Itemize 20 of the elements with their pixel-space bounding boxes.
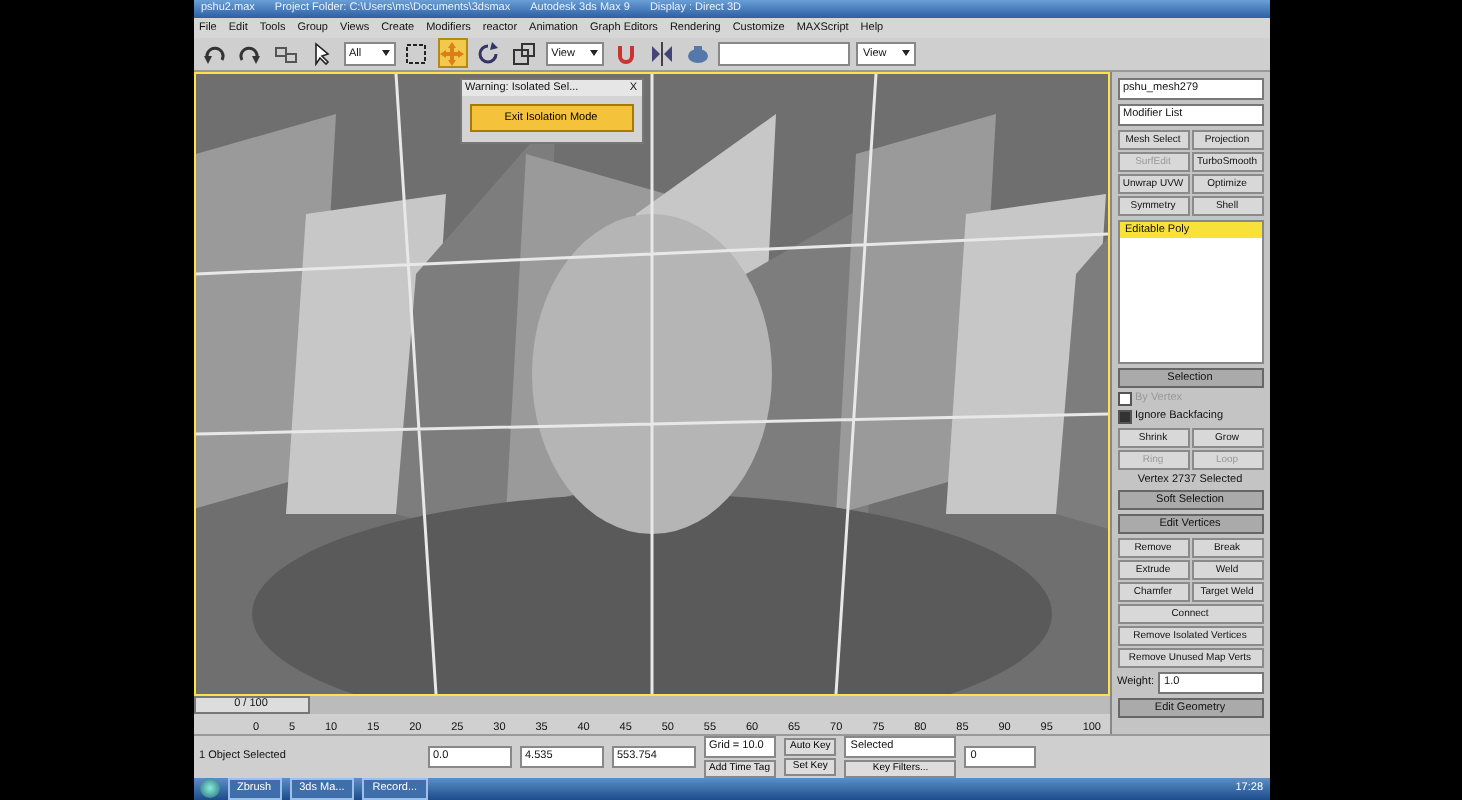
region-tool-button[interactable]	[401, 38, 432, 69]
mirror-tool-button[interactable]	[646, 38, 677, 69]
rotate-tool-button[interactable]	[473, 38, 504, 69]
cursor-icon	[310, 41, 334, 66]
teapot-icon	[685, 41, 710, 66]
move-icon	[440, 41, 465, 66]
redo-icon	[238, 41, 262, 66]
magnet-icon	[613, 41, 638, 66]
scale-tool-button[interactable]	[509, 38, 540, 69]
link-icon	[274, 41, 298, 66]
start-button[interactable]	[199, 778, 219, 799]
checkbox[interactable]	[1117, 409, 1131, 423]
mirror-icon	[649, 41, 674, 66]
rotate-icon	[476, 41, 501, 66]
dashed-square-icon	[404, 41, 429, 66]
caret-icon	[381, 50, 390, 57]
caret-icon	[590, 50, 599, 57]
caret-icon	[902, 50, 911, 57]
named-selection-dropdown[interactable]	[718, 41, 851, 66]
undo-icon	[202, 41, 226, 66]
